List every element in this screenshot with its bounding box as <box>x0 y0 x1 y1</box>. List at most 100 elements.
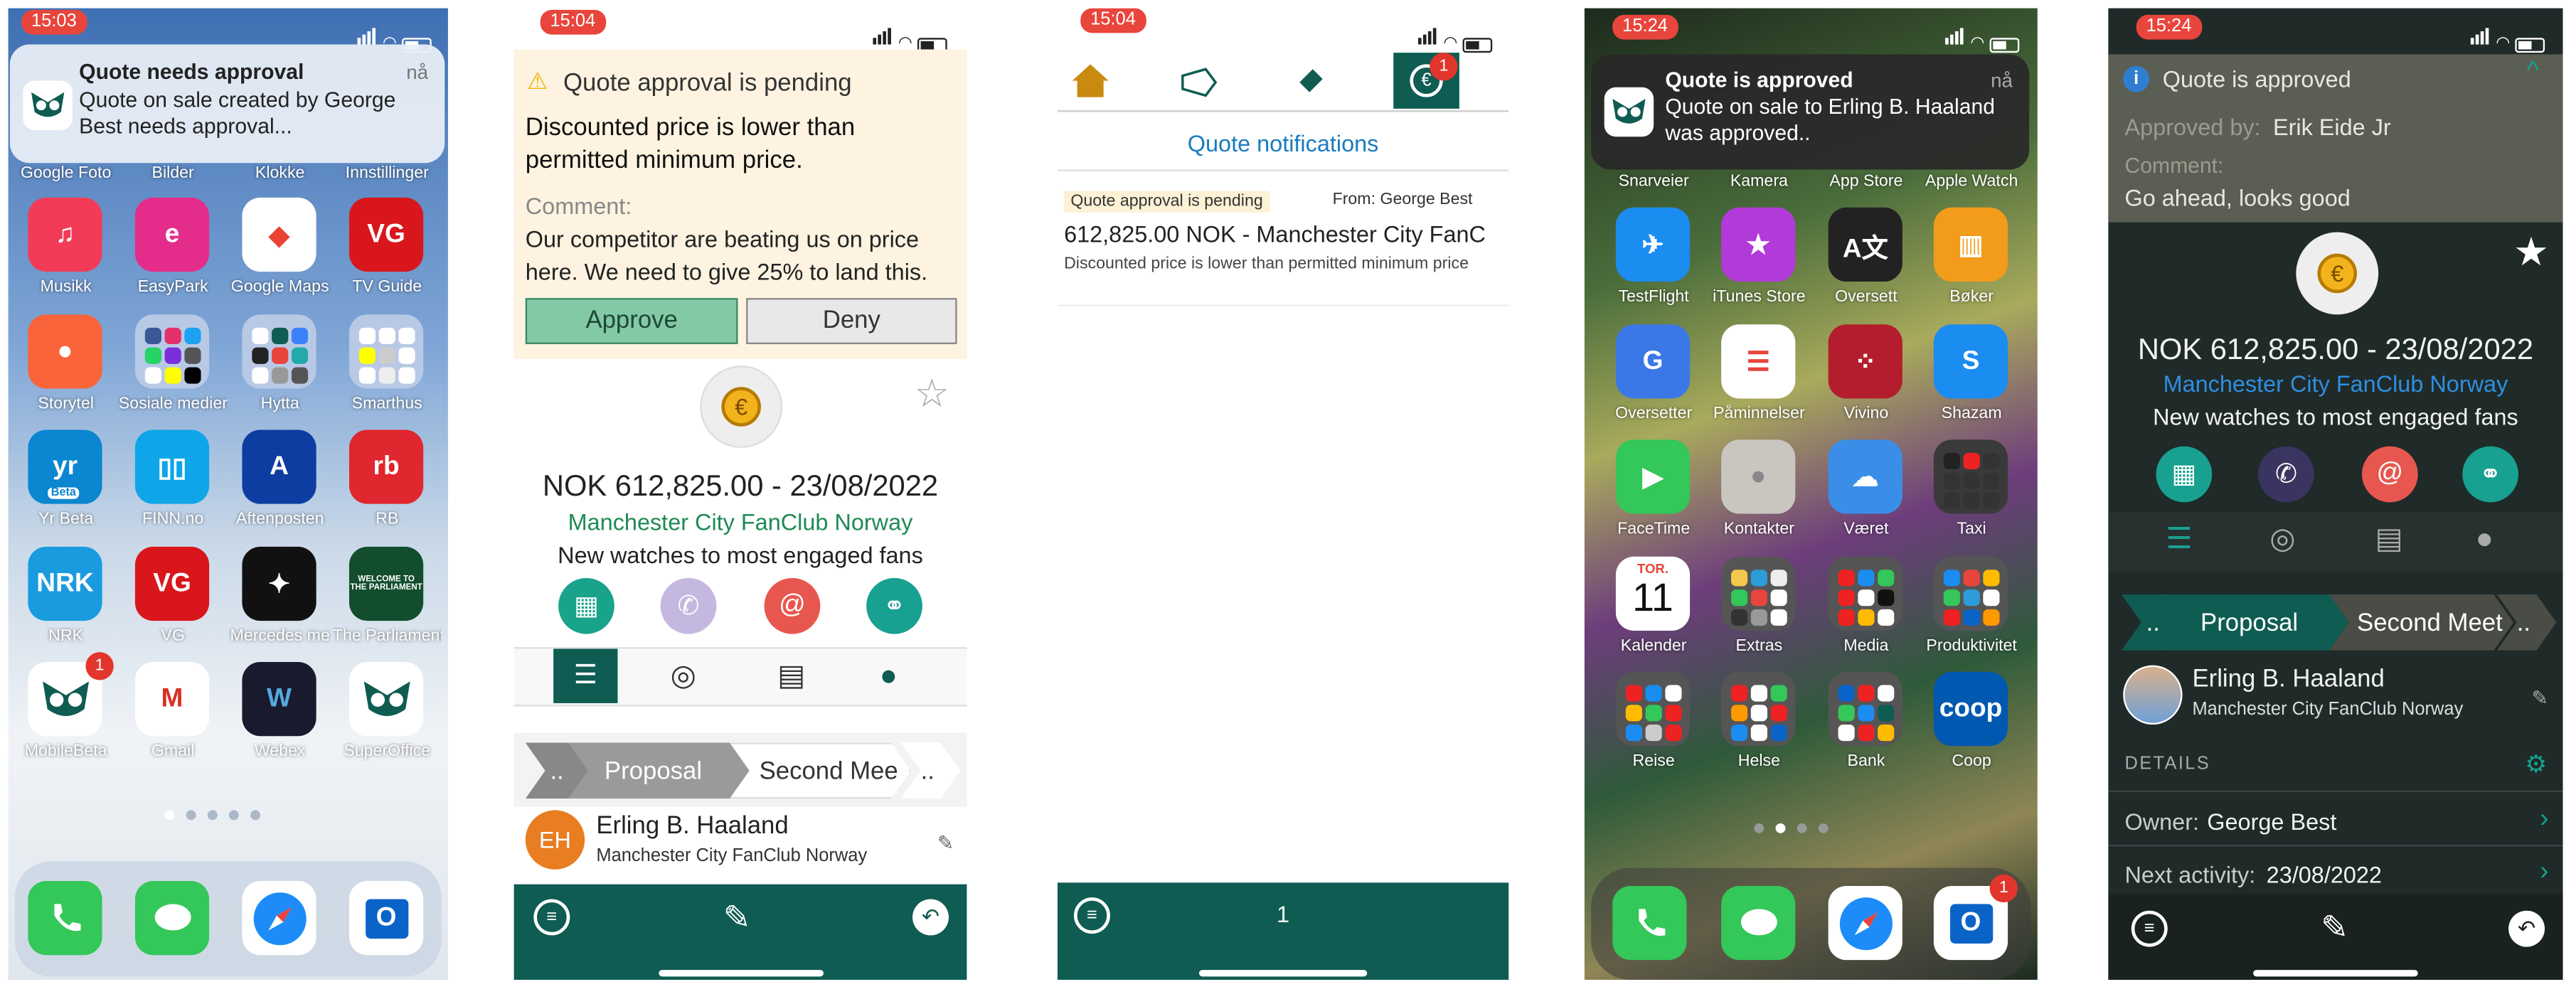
outlook-app-icon[interactable]: O <box>348 881 424 956</box>
call-button[interactable]: ✆ <box>660 577 717 634</box>
shazam-app-icon[interactable]: S <box>1933 324 2008 399</box>
easypark-app-icon[interactable]: e <box>134 197 210 272</box>
itunes-store-app-icon[interactable]: ★ <box>1721 207 1796 282</box>
contacts-app-icon[interactable]: ● <box>1721 439 1796 514</box>
music-app-icon[interactable]: ♫ <box>28 197 102 272</box>
yr-beta-app-icon[interactable]: yr Beta <box>28 429 102 504</box>
smarthus-folder-app-icon[interactable] <box>348 314 424 389</box>
compose-icon[interactable]: ✎ <box>723 897 751 939</box>
tab-list-icon[interactable]: ☰ <box>553 648 618 703</box>
tab-list-icon[interactable]: ☰ <box>2166 522 2192 557</box>
nrk-app-icon[interactable]: NRK <box>28 546 102 621</box>
quote-company[interactable]: Manchester City FanClub Norway <box>514 509 967 535</box>
gmail-app-icon[interactable]: M <box>134 661 210 737</box>
coop-app-icon[interactable]: coop <box>1933 671 2008 747</box>
google-maps-app-icon[interactable]: ◆ <box>242 197 316 272</box>
phone-app-icon[interactable] <box>1612 885 1687 961</box>
health-folder-app-icon[interactable] <box>1721 671 1796 747</box>
tv-guide-app-icon[interactable]: VG <box>348 197 424 272</box>
translate-app-icon[interactable]: A文 <box>1828 207 1902 282</box>
social-folder-app-icon[interactable] <box>134 314 210 389</box>
tab-document-icon[interactable]: ▤ <box>777 658 805 693</box>
calendar-add-button[interactable]: ▦ <box>2156 446 2213 503</box>
phone-app-icon[interactable] <box>28 881 102 956</box>
back-icon[interactable]: ↶ <box>912 899 949 936</box>
reminders-app-icon[interactable]: ☰ <box>1721 324 1796 399</box>
menu-icon[interactable]: ≡ <box>533 899 570 936</box>
menu-icon[interactable]: ≡ <box>2131 910 2168 947</box>
notification-banner[interactable]: Quote is approved nå Quote on sale to Er… <box>1591 54 2030 170</box>
favourite-star-icon[interactable]: ★ <box>2513 229 2549 277</box>
aftenposten-app-icon[interactable]: A <box>242 429 316 504</box>
testflight-app-icon[interactable]: ✈ <box>1615 207 1691 282</box>
notifications-badge: 1 <box>1430 53 1458 81</box>
deny-button[interactable]: Deny <box>746 298 957 345</box>
rb-app-icon[interactable]: rb <box>348 429 424 504</box>
vivino-app-icon[interactable]: ⁘ <box>1828 324 1902 399</box>
calendar-add-button[interactable]: ▦ <box>558 577 614 634</box>
tab-document-icon[interactable]: ▤ <box>2375 522 2403 557</box>
email-button[interactable]: @ <box>2362 446 2418 503</box>
books-app-icon[interactable]: ▥ <box>1933 207 2008 282</box>
ticket-icon[interactable] <box>1293 63 1329 99</box>
safari-app-icon[interactable] <box>242 881 316 956</box>
stage-proposal[interactable]: Proposal <box>568 742 750 799</box>
tab-dashboard-icon[interactable]: ◎ <box>671 658 696 693</box>
call-button[interactable]: ✆ <box>2258 446 2314 503</box>
messages-app-icon[interactable] <box>1721 885 1796 961</box>
finn-app-icon[interactable]: ▯▯ <box>134 429 210 504</box>
notification-banner[interactable]: Quote needs approval nå Quote on sale cr… <box>9 44 445 164</box>
vg-app-icon[interactable]: VG <box>134 546 210 621</box>
tab-contacts-icon[interactable]: ● <box>2476 522 2493 557</box>
safari-app-icon[interactable] <box>1828 885 1902 961</box>
phone-home-1: 15:03 ◠ Quote needs approval nå Quote on… <box>8 8 448 980</box>
calendar-app-icon[interactable]: TOR. 11 <box>1615 556 1691 631</box>
productivity-folder-app-icon[interactable] <box>1933 556 2008 631</box>
contact-name[interactable]: Erling B. Haaland <box>2192 666 2384 693</box>
notification-row[interactable]: Quote approval is pending From: George B… <box>1057 181 1509 306</box>
watch-button[interactable]: ⚭ <box>866 577 922 634</box>
the-parliament-app-icon[interactable]: WELCOME TO THE PARLIAMENT <box>348 546 424 621</box>
compose-icon[interactable]: ✎ <box>2321 907 2348 949</box>
contact-avatar[interactable]: EH <box>525 810 585 870</box>
aftenposten-glyph: A <box>270 452 289 481</box>
owner-row[interactable]: Owner: George Best › <box>2108 790 2563 843</box>
stage-second-meeting[interactable]: Second Mee <box>730 742 911 799</box>
back-icon[interactable]: ↶ <box>2508 910 2545 947</box>
facetime-app-icon[interactable]: ▶ <box>1615 439 1691 514</box>
superoffice-app-icon[interactable] <box>348 661 424 737</box>
tab-dashboard-icon[interactable]: ◎ <box>2269 522 2295 557</box>
home-icon[interactable] <box>1070 63 1110 99</box>
megaphone-icon[interactable] <box>1179 66 1219 99</box>
extras-folder-app-icon[interactable] <box>1721 556 1796 631</box>
watch-button[interactable]: ⚭ <box>2462 446 2519 503</box>
stage-second-meeting[interactable]: Second Meet <box>2329 594 2513 651</box>
taxi-folder-app-icon[interactable] <box>1933 439 2008 514</box>
quote-description: New watches to most engaged fans <box>558 541 923 568</box>
google-translate-app-icon[interactable]: G <box>1615 324 1691 399</box>
next-activity-row[interactable]: Next activity: 23/08/2022 › <box>2108 845 2563 894</box>
app-label: Yr Beta <box>38 510 94 529</box>
contact-name[interactable]: Erling B. Haaland <box>596 812 788 840</box>
settings-gear-icon[interactable]: ⚙ <box>2525 749 2547 779</box>
travel-folder-app-icon[interactable] <box>1615 671 1691 747</box>
media-folder-app-icon[interactable] <box>1828 556 1902 631</box>
page-number: 1 <box>1277 900 1290 927</box>
tab-contacts-icon[interactable]: ● <box>880 658 898 693</box>
mercedes-me-app-icon[interactable]: ✦ <box>242 546 316 621</box>
stage-proposal[interactable]: Proposal <box>2164 594 2348 651</box>
hytta-folder-app-icon[interactable] <box>242 314 316 389</box>
collapse-chevron-icon[interactable]: ^ <box>2527 58 2539 87</box>
webex-app-icon[interactable]: W <box>242 661 316 737</box>
storytel-app-icon[interactable]: ● <box>28 314 102 389</box>
contact-edit-icon[interactable]: ✎ <box>2532 687 2548 710</box>
bank-folder-app-icon[interactable] <box>1828 671 1902 747</box>
messages-app-icon[interactable] <box>134 881 210 956</box>
quote-company[interactable]: Manchester City FanClub Norway <box>2108 370 2562 397</box>
weather-app-icon[interactable]: ☁ <box>1828 439 1902 514</box>
email-button[interactable]: @ <box>764 577 821 634</box>
contact-avatar[interactable] <box>2123 665 2183 725</box>
contact-edit-icon[interactable]: ✎ <box>937 832 954 855</box>
approve-button[interactable]: Approve <box>525 298 738 345</box>
favourite-star-icon[interactable]: ☆ <box>914 370 949 418</box>
